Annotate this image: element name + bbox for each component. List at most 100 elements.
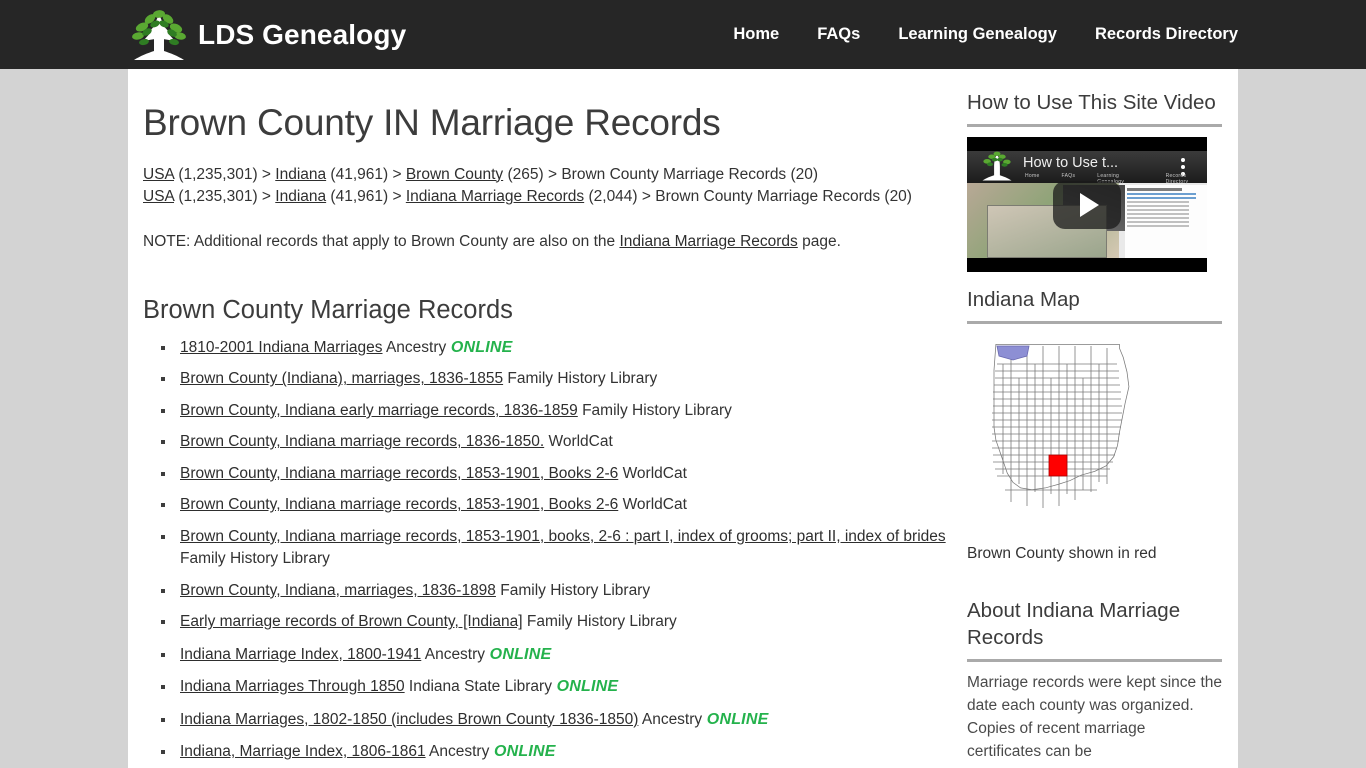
site-brand-text: LDS Genealogy [198, 18, 407, 50]
breadcrumb-row-2: USA (1,235,301) > Indiana (41,961) > Ind… [143, 186, 968, 209]
record-item: Indiana, Marriage Index, 1806-1861 Ances… [176, 740, 968, 763]
main-navigation: Home FAQs Learning Genealogy Records Dir… [733, 0, 1238, 69]
note-text: NOTE: Additional records that apply to B… [143, 231, 968, 253]
breadcrumb2-sep-1: (1,235,301) > [174, 188, 276, 206]
sidebar-video-heading: How to Use This Site Video [967, 91, 1216, 114]
sidebar-about-block: About Indiana Marriage Records Marriage … [967, 597, 1222, 763]
record-source: Ancestry [421, 645, 486, 663]
note-after: page. [797, 233, 841, 251]
breadcrumb-tail-1: (265) > Brown County Marriage Records (2… [503, 165, 819, 183]
video-nav-item-0: Home [1025, 173, 1040, 180]
highlighted-county-brown [1048, 454, 1068, 477]
record-item: Brown County, Indiana early marriage rec… [176, 400, 968, 422]
sidebar: How to Use This Site Video How to Use t.… [967, 89, 1222, 768]
record-title-link[interactable]: Brown County, Indiana marriage records, … [180, 433, 544, 450]
online-badge: ONLINE [446, 338, 513, 356]
record-item: 1810-2001 Indiana Marriages Ancestry ONL… [176, 336, 968, 359]
nav-records-directory[interactable]: Records Directory [1095, 25, 1238, 44]
record-title-link[interactable]: Brown County, Indiana marriage records, … [180, 465, 618, 482]
record-title-link[interactable]: 1810-2001 Indiana Marriages [180, 339, 383, 356]
record-title-link[interactable]: Brown County, Indiana marriage records, … [180, 496, 618, 513]
nav-home[interactable]: Home [733, 25, 779, 44]
record-source: WorldCat [618, 464, 687, 482]
record-item: Early marriage records of Brown County, … [176, 611, 968, 633]
page-title: Brown County IN Marriage Records [143, 102, 721, 143]
breadcrumb2-link-indiana[interactable]: Indiana [275, 188, 326, 205]
record-title-link[interactable]: Indiana Marriages, 1802-1850 (includes B… [180, 711, 638, 728]
indiana-county-map [967, 334, 1207, 539]
record-source: Ancestry [382, 338, 447, 356]
breadcrumb-link-brown-county[interactable]: Brown County [406, 166, 503, 183]
site-header: LDS Genealogy Home FAQs Learning Genealo… [0, 0, 1366, 69]
sidebar-about-body: Marriage records were kept since the dat… [967, 674, 1223, 760]
record-item: Brown County, Indiana marriage records, … [176, 431, 968, 453]
divider [967, 321, 1222, 325]
sidebar-video-block: How to Use This Site Video How to Use t.… [967, 89, 1222, 273]
breadcrumb2-tail: (2,044) > Brown County Marriage Records … [584, 188, 912, 206]
divider [967, 659, 1222, 663]
main-content: Brown County IN Marriage Records USA (1,… [143, 69, 968, 768]
breadcrumb-sep-2: (41,961) > [326, 165, 406, 183]
breadcrumb2-link-usa[interactable]: USA [143, 188, 174, 205]
video-page-text-panel [1125, 185, 1207, 259]
online-badge: ONLINE [551, 678, 619, 696]
record-source: Ancestry [638, 710, 703, 728]
breadcrumb-row-1: USA (1,235,301) > Indiana (41,961) > Bro… [143, 164, 968, 187]
record-source: Family History Library [522, 613, 677, 631]
nav-learning-genealogy[interactable]: Learning Genealogy [898, 25, 1057, 44]
sidebar-map-heading: Indiana Map [967, 288, 1080, 312]
record-source: Family History Library [495, 581, 651, 599]
breadcrumb2-sep-2: (41,961) > [326, 188, 406, 206]
map-caption: Brown County shown in red [967, 545, 1157, 563]
record-source: Family History Library [503, 370, 658, 388]
breadcrumb-sep-1: (1,235,301) > [174, 165, 276, 183]
indiana-map-svg [992, 344, 1130, 509]
note-link-indiana-marriage-records[interactable]: Indiana Marriage Records [619, 233, 797, 250]
breadcrumb: USA (1,235,301) > Indiana (41,961) > Bro… [143, 164, 968, 210]
record-title-link[interactable]: Indiana Marriage Index, 1800-1941 [180, 646, 421, 663]
record-item: Brown County (Indiana), marriages, 1836-… [176, 368, 968, 390]
record-source: Family History Library [180, 550, 330, 568]
section-title: Brown County Marriage Records [143, 296, 513, 325]
note-before: NOTE: Additional records that apply to B… [143, 233, 620, 251]
record-title-link[interactable]: Brown County, Indiana, marriages, 1836-1… [180, 582, 496, 599]
record-item: Indiana Marriage Index, 1800-1941 Ancest… [176, 643, 968, 666]
online-badge: ONLINE [489, 743, 556, 761]
record-item: Brown County, Indiana marriage records, … [176, 463, 968, 485]
record-title-link[interactable]: Brown County, Indiana early marriage rec… [180, 402, 578, 419]
play-triangle [1079, 192, 1099, 217]
online-badge: ONLINE [702, 710, 769, 728]
divider [967, 124, 1222, 128]
record-source: Family History Library [577, 401, 732, 419]
record-source: WorldCat [618, 496, 687, 514]
page-root: LDS Genealogy Home FAQs Learning Genealo… [0, 0, 1366, 768]
breadcrumb-link-indiana[interactable]: Indiana [275, 166, 326, 183]
nav-faqs[interactable]: FAQs [817, 25, 860, 44]
video-nav-item-3: Records Directory [1165, 173, 1189, 186]
site-logo-link[interactable]: LDS Genealogy [128, 0, 406, 69]
record-item: Indiana Marriages Through 1850 Indiana S… [176, 675, 968, 698]
breadcrumb2-link-indiana-marriage-records[interactable]: Indiana Marriage Records [406, 188, 584, 205]
record-item: Brown County, Indiana marriage records, … [176, 494, 968, 516]
record-source: WorldCat [544, 433, 613, 451]
video-thumbnail[interactable]: How to Use t... Home FAQs Learning Genea… [967, 137, 1207, 273]
record-title-link[interactable]: Brown County (Indiana), marriages, 1836-… [180, 370, 503, 387]
online-badge: ONLINE [485, 645, 552, 663]
record-title-link[interactable]: Indiana Marriages Through 1850 [180, 678, 405, 695]
record-source: Ancestry [425, 743, 490, 761]
record-title-link[interactable]: Early marriage records of Brown County, … [180, 613, 523, 630]
record-item: Brown County, Indiana, marriages, 1836-1… [176, 580, 968, 602]
record-item: Brown County, Indiana marriage records, … [176, 526, 968, 571]
record-title-link[interactable]: Brown County, Indiana marriage records, … [180, 528, 946, 545]
record-source: Indiana State Library [404, 678, 552, 696]
content-shell: Brown County IN Marriage Records USA (1,… [128, 69, 1238, 768]
tree-logo-icon [132, 9, 186, 60]
record-title-link[interactable]: Indiana, Marriage Index, 1806-1861 [180, 743, 426, 760]
video-tree-logo-icon [982, 151, 1012, 181]
video-site-header-strip: How to Use t... Home FAQs Learning Genea… [967, 151, 1207, 186]
breadcrumb-link-usa[interactable]: USA [143, 166, 174, 183]
play-button-icon[interactable] [1053, 180, 1121, 229]
record-item: Indiana Marriages, 1802-1850 (includes B… [176, 708, 968, 731]
records-list: 1810-2001 Indiana Marriages Ancestry ONL… [143, 336, 968, 768]
sidebar-about-heading: About Indiana Marriage Records [967, 599, 1181, 650]
